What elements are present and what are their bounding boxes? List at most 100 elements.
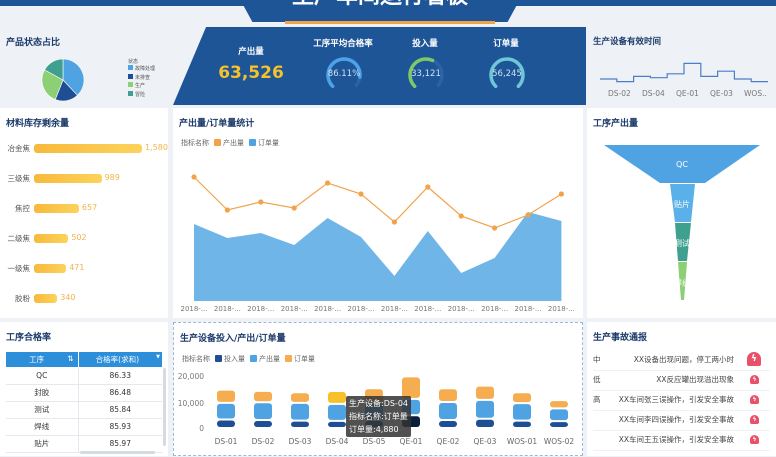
- quality-table: 工序 ⇅ 合格率(求和) ▼ QC 86.33 封胶 86.48 测试 85.84 焊线 85.…: [6, 352, 162, 453]
- bar-segment: [328, 404, 346, 420]
- alarm-icon: ϟ: [750, 395, 759, 404]
- severity-level: 中: [593, 355, 601, 364]
- inventory-label: 二级焦: [7, 234, 31, 243]
- inventory-label: 焦控: [15, 204, 30, 213]
- accident-text[interactable]: XX设备出现问题，停工两小时: [634, 354, 734, 365]
- inventory-label: 胶粉: [15, 294, 30, 303]
- output-point: [224, 207, 230, 213]
- accident-text[interactable]: XX车间王五误操作，引发安全事故: [619, 434, 734, 445]
- column-header-process[interactable]: 工序 ⇅: [6, 352, 79, 367]
- x-tick-label: 2018-...: [481, 305, 508, 313]
- pass-rate-label: 工序平均合格率: [313, 39, 373, 49]
- x-tick-label: 2018-...: [281, 305, 308, 313]
- output-point: [425, 184, 431, 190]
- sort-icon[interactable]: ⇅: [67, 354, 73, 363]
- x-tick-label: WOS-01: [507, 437, 538, 446]
- x-tick-label: DS-02: [252, 437, 275, 446]
- bar-segment: [254, 421, 272, 427]
- x-tick-label: WOS-02: [544, 437, 575, 446]
- output-point: [525, 212, 531, 218]
- x-tick-label: DS-04: [326, 437, 349, 446]
- funnel-label: QC: [676, 160, 688, 169]
- output-label: 产出量: [238, 47, 264, 57]
- accident-panel: 生产事故通报 中 XX设备出现问题，停工两小时 ϟ 低 XX反应罐出现溢出现象 …: [587, 322, 776, 456]
- x-tick-label: QE-01: [676, 89, 699, 98]
- table-row[interactable]: 封胶 86.48: [6, 384, 162, 402]
- inventory-bar: [34, 174, 102, 183]
- output-point: [558, 191, 564, 197]
- quality-panel: 工序合格率 工序 ⇅ 合格率(求和) ▼ QC 86.33 封胶 86.48 测试 85.8…: [0, 322, 168, 456]
- funnel-label: 贴片: [674, 199, 690, 209]
- x-tick-label: 2018-...: [180, 305, 207, 313]
- bar-segment: [550, 401, 568, 408]
- dropdown-icon[interactable]: ▼: [156, 354, 160, 360]
- funnel-panel: 工序产出量 QC 贴片 测试 焊线: [587, 108, 776, 318]
- bar-segment: [291, 403, 309, 420]
- uptime-line: [600, 62, 768, 83]
- output-point: [191, 174, 197, 180]
- input-label: 投入量: [412, 39, 438, 49]
- bar-segment: [254, 391, 272, 402]
- output-point: [458, 213, 464, 219]
- accident-text[interactable]: XX车间张三误操作，引发安全事故: [619, 394, 734, 405]
- inventory-bar: [34, 234, 69, 243]
- x-tick-label: 2018-...: [247, 305, 274, 313]
- horizontal-scrollbar[interactable]: [80, 451, 155, 454]
- status-pie-chart: [41, 58, 85, 102]
- output-order-line-chart: 2018-... 2018-... 2018-... 2018-... 2018-...…: [180, 174, 575, 313]
- table-row[interactable]: QC 86.33: [6, 367, 162, 385]
- inventory-title: 材料库存剩余量: [6, 119, 70, 129]
- legend-item[interactable]: 未排查: [128, 73, 155, 83]
- x-tick-label: 2018-...: [314, 305, 341, 313]
- bar-segment: [328, 421, 346, 427]
- alarm-icon: ϟ: [750, 415, 759, 424]
- table-row[interactable]: 贴片 85.97: [6, 435, 162, 453]
- legend-item[interactable]: 故障处理: [128, 65, 155, 74]
- row-divider: [593, 430, 770, 431]
- vertical-scrollbar[interactable]: [163, 368, 166, 446]
- chart-tooltip: 生产设备:DS-04 指标名称:订单量 订单量:4,880: [346, 396, 411, 437]
- uptime-step-chart: DS-02 DS-04 QE-01 QE-03 WOS..: [600, 62, 768, 98]
- bar-segment: [476, 386, 494, 399]
- bar-segment: [217, 403, 235, 419]
- severity-level: 低: [593, 375, 601, 384]
- table-row[interactable]: 测试 85.84: [6, 401, 162, 419]
- inventory-value: 657: [81, 203, 98, 212]
- x-tick-label: DS-02: [608, 89, 631, 98]
- inventory-value: 471: [69, 263, 85, 272]
- bar-segment: [291, 393, 309, 402]
- bar-segment: [476, 400, 494, 418]
- orders-gauge: 56,245: [487, 55, 527, 95]
- quality-title: 工序合格率: [6, 333, 52, 343]
- bar-segment: [402, 377, 420, 398]
- inventory-value: 502: [71, 233, 87, 242]
- kpi-banner: 产出量 63,526 工序平均合格率 86.11% 投入量 33,121 订单量…: [173, 27, 586, 105]
- bar-segment: [439, 421, 457, 427]
- x-tick-label: 2018-...: [347, 305, 374, 313]
- x-tick-label: 2018-...: [548, 305, 575, 313]
- inventory-panel: 材料库存剩余量 冶金焦 1,580 三级焦 989 焦控 657 二级焦 502 一级焦…: [0, 108, 168, 318]
- x-tick-label: DS-01: [215, 437, 238, 446]
- row-divider: [593, 410, 770, 411]
- column-header-rate[interactable]: 合格率(求和) ▼: [78, 352, 162, 367]
- x-tick-label: DS-03: [289, 437, 312, 446]
- accident-text[interactable]: XX车间李四误操作，引发安全事故: [619, 414, 734, 425]
- bar-segment: [550, 422, 568, 427]
- severity-level: 高: [593, 395, 601, 404]
- output-point: [258, 199, 264, 205]
- pass-rate-value: 86.11%: [327, 69, 361, 79]
- legend-item[interactable]: 冒险: [128, 90, 155, 100]
- dashboard-title: 生产车间运行看板: [235, 0, 525, 22]
- x-tick-label: 2018-...: [214, 305, 241, 313]
- row-divider: [593, 370, 770, 371]
- x-tick-label: QE-03: [474, 437, 497, 446]
- x-tick-label: WOS..: [744, 89, 767, 98]
- accident-text[interactable]: XX反应罐出现溢出现象: [656, 374, 734, 385]
- y-tick-label: 20,000: [178, 372, 204, 381]
- bar-segment: [513, 404, 531, 420]
- table-row[interactable]: 焊线 85.93: [6, 418, 162, 436]
- inventory-bar: [34, 264, 67, 273]
- bar-segment: [476, 419, 494, 427]
- legend-item[interactable]: 生产: [128, 82, 155, 91]
- x-tick-label: 2018-...: [414, 305, 441, 313]
